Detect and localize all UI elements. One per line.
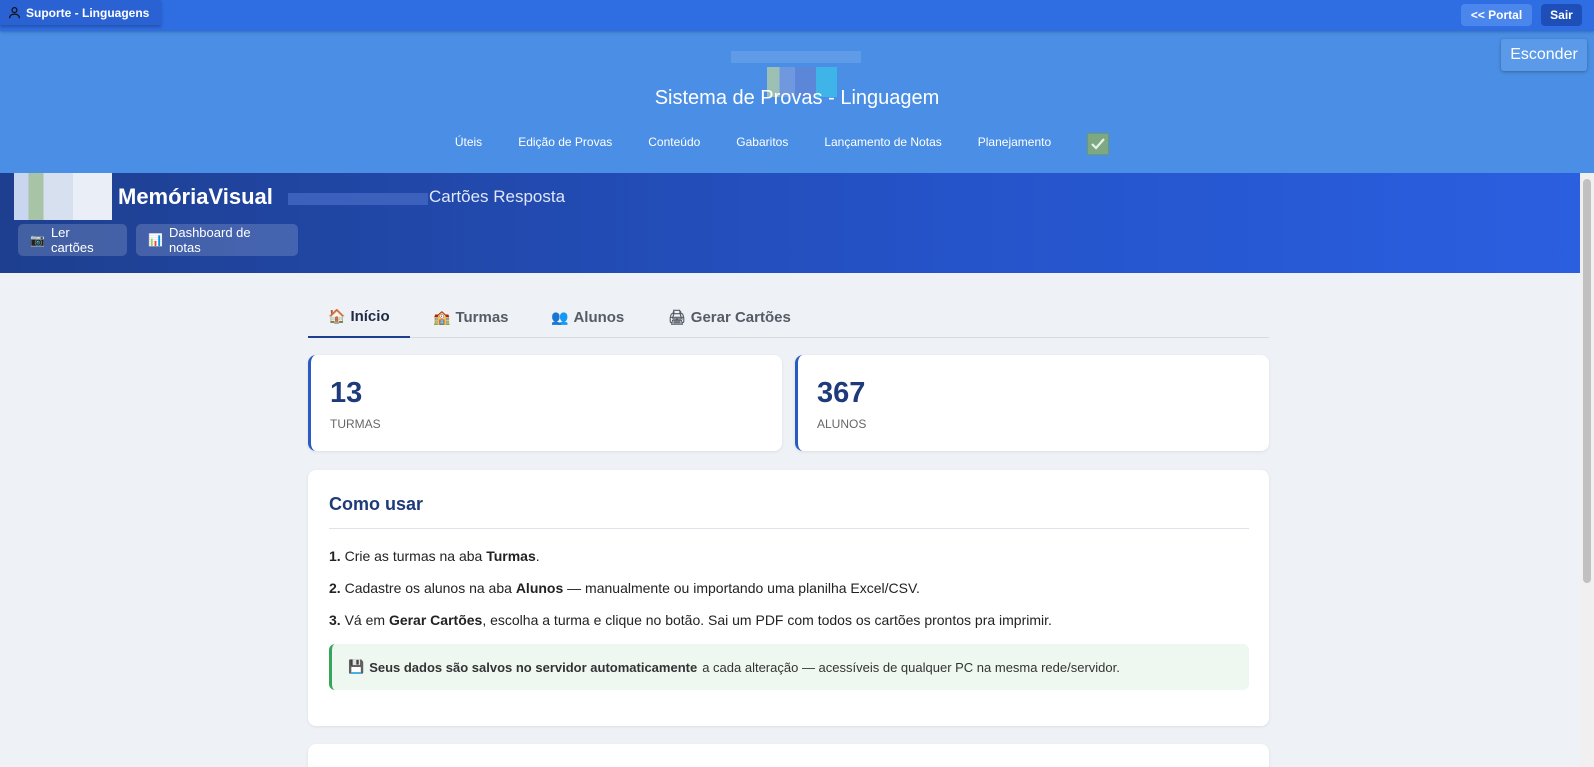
autosave-note: 💾 Seus dados são salvos no servidor auto… bbox=[329, 644, 1249, 690]
scrollbar[interactable] bbox=[1580, 173, 1594, 767]
school-icon: 🏫 bbox=[433, 308, 451, 325]
checkmark-icon[interactable] bbox=[1087, 133, 1110, 155]
app-banner: MemóriaVisual Cartões Resposta 📷 Ler car… bbox=[0, 173, 1580, 273]
printer-icon: 🖨 bbox=[668, 308, 686, 325]
stat-value: 13 bbox=[330, 377, 363, 409]
nav-item-gabaritos[interactable]: Gabaritos bbox=[736, 135, 788, 155]
tab-label: Alunos bbox=[573, 308, 625, 326]
stat-value: 367 bbox=[817, 377, 866, 409]
step-item: 1. Crie as turmas na aba Turmas. bbox=[329, 548, 540, 564]
support-label: Suporte - Linguagens bbox=[26, 5, 150, 20]
next-card bbox=[308, 744, 1269, 767]
nav-item-lancamento-de-notas[interactable]: Lançamento de Notas bbox=[824, 135, 941, 155]
nav-item-uteis[interactable]: Úteis bbox=[455, 135, 482, 155]
chart-icon: 📊 bbox=[148, 233, 163, 247]
page-title: Sistema de Provas - Linguagem bbox=[654, 87, 940, 109]
note-bold: Seus dados são salvos no servidor automa… bbox=[369, 659, 698, 675]
tab-bar: 🏠 Início 🏫 Turmas 👥 Alunos 🖨 Gerar Cartõ… bbox=[308, 296, 1269, 338]
app-name: MemóriaVisual bbox=[118, 184, 273, 209]
tab-inicio[interactable]: 🏠 Início bbox=[308, 296, 410, 338]
logout-button[interactable]: Sair bbox=[1541, 4, 1582, 26]
hide-button[interactable]: Esconder bbox=[1501, 39, 1587, 71]
tab-label: Gerar Cartões bbox=[690, 308, 791, 326]
stat-label: ALUNOS bbox=[817, 417, 867, 431]
nav-item-conteudo[interactable]: Conteúdo bbox=[648, 135, 700, 155]
step-text-end: — manualmente ou importando uma planilha… bbox=[567, 580, 920, 596]
step-number: 1. bbox=[329, 548, 341, 564]
tab-label: Turmas bbox=[455, 308, 509, 326]
support-tab[interactable]: Suporte - Linguagens bbox=[0, 0, 162, 25]
tab-turmas[interactable]: 🏫 Turmas bbox=[413, 296, 529, 338]
how-to-card: Como usar 1. Crie as turmas na aba Turma… bbox=[308, 470, 1269, 726]
people-icon: 👥 bbox=[551, 308, 569, 325]
header: Sistema de Provas - Linguagem Úteis Ediç… bbox=[0, 31, 1594, 173]
stat-card-turmas: 13 TURMAS bbox=[308, 355, 782, 451]
read-cards-button[interactable]: 📷 Ler cartões bbox=[18, 224, 127, 256]
top-bar: Suporte - Linguagens << Portal Sair bbox=[0, 0, 1594, 31]
scrollbar-thumb[interactable] bbox=[1583, 179, 1591, 583]
tab-gerar-cartoes[interactable]: 🖨 Gerar Cartões bbox=[648, 296, 811, 338]
nav-item-planejamento[interactable]: Planejamento bbox=[978, 135, 1051, 155]
portal-button[interactable]: << Portal bbox=[1461, 4, 1532, 26]
step-bold: Turmas bbox=[486, 548, 536, 564]
tab-label: Início bbox=[350, 307, 390, 325]
stat-card-alunos: 367 ALUNOS bbox=[795, 355, 1269, 451]
step-text: Cadastre os alunos na aba bbox=[344, 580, 512, 596]
blurred-text bbox=[288, 193, 428, 205]
step-item: 2. Cadastre os alunos na aba Alunos — ma… bbox=[329, 580, 920, 596]
floppy-disk-icon: 💾 bbox=[348, 659, 365, 674]
home-icon: 🏠 bbox=[328, 307, 346, 324]
stat-label: TURMAS bbox=[330, 417, 381, 431]
dashboard-button[interactable]: 📊 Dashboard de notas bbox=[136, 224, 298, 256]
blurred-app-logo bbox=[14, 173, 112, 220]
step-number: 2. bbox=[329, 580, 341, 596]
dashboard-label: Dashboard de notas bbox=[168, 225, 251, 255]
step-text: Vá em bbox=[344, 612, 386, 628]
step-bold: Gerar Cartões bbox=[388, 612, 483, 628]
step-bold: Alunos bbox=[515, 580, 564, 596]
step-number: 3. bbox=[329, 612, 341, 628]
step-text-end: . bbox=[535, 548, 540, 564]
how-to-title: Como usar bbox=[329, 494, 424, 514]
nav-item-edicao-de-provas[interactable]: Edição de Provas bbox=[518, 135, 612, 155]
read-cards-label: Ler cartões bbox=[50, 225, 94, 255]
camera-icon: 📷 bbox=[30, 233, 45, 247]
step-text-end: , escolha a turma e clique no botão. Sai… bbox=[482, 612, 1052, 628]
tab-alunos[interactable]: 👥 Alunos bbox=[531, 296, 644, 338]
step-item: 3. Vá em Gerar Cartões, escolha a turma … bbox=[329, 612, 1052, 628]
app-subtitle: Cartões Resposta bbox=[429, 187, 566, 206]
step-text: Crie as turmas na aba bbox=[344, 548, 483, 564]
note-text: a cada alteração — acessíveis de qualque… bbox=[702, 659, 1120, 675]
main-nav: Úteis Edição de Provas Conteúdo Gabarito… bbox=[0, 133, 1594, 155]
user-icon bbox=[9, 7, 20, 19]
divider bbox=[329, 528, 1249, 529]
